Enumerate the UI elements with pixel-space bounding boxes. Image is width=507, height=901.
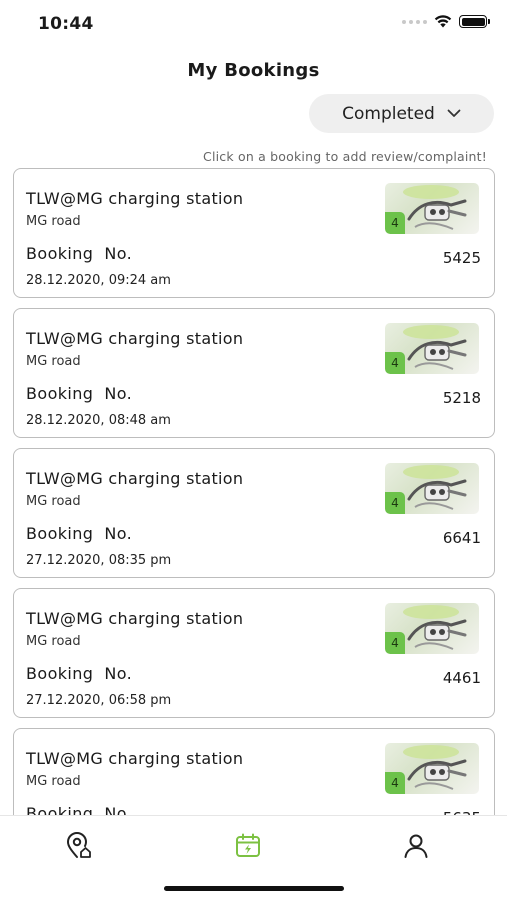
booking-number: 6641 xyxy=(442,529,481,547)
charger-count-badge: 4 xyxy=(385,772,405,794)
booking-number-label: Booking No. xyxy=(26,664,133,683)
charger-count-badge: 4 xyxy=(385,632,405,654)
filter-selected-label: Completed xyxy=(342,103,435,124)
booking-number: 5218 xyxy=(442,389,481,407)
bottom-tab-bar xyxy=(0,815,507,901)
charger-plug-icon xyxy=(407,759,467,790)
booking-datetime: 28.12.2020, 09:24 am xyxy=(26,273,171,288)
station-name: TLW@MG charging station xyxy=(26,609,244,628)
station-location: MG road xyxy=(26,634,81,649)
station-thumbnail: 4 xyxy=(385,463,479,514)
booking-card[interactable]: TLW@MG charging station MG road Booking … xyxy=(13,588,495,718)
booking-number-label: Booking No. xyxy=(26,524,133,543)
booking-number-label: Booking No. xyxy=(26,384,133,403)
status-filter-dropdown[interactable]: Completed xyxy=(309,94,494,133)
charger-count-badge: 4 xyxy=(385,212,405,234)
booking-datetime: 28.12.2020, 08:48 am xyxy=(26,413,171,428)
booking-number-label: Booking No. xyxy=(26,804,133,815)
bookings-list[interactable]: TLW@MG charging station MG road Booking … xyxy=(13,168,495,815)
hint-text: Click on a booking to add review/complai… xyxy=(203,149,487,164)
booking-datetime: 27.12.2020, 06:58 pm xyxy=(26,693,172,708)
station-location: MG road xyxy=(26,354,81,369)
chevron-down-icon xyxy=(447,109,461,117)
station-thumbnail: 4 xyxy=(385,183,479,234)
station-location: MG road xyxy=(26,494,81,509)
booking-card[interactable]: TLW@MG charging station MG road Booking … xyxy=(13,448,495,578)
location-pin-home-icon xyxy=(66,832,91,858)
home-indicator[interactable] xyxy=(164,886,344,891)
booking-datetime: 27.12.2020, 08:35 pm xyxy=(26,553,172,568)
charger-count-badge: 4 xyxy=(385,352,405,374)
charger-plug-icon xyxy=(407,199,467,230)
station-name: TLW@MG charging station xyxy=(26,469,244,488)
booking-card[interactable]: TLW@MG charging station MG road Booking … xyxy=(13,168,495,298)
cellular-signal-icon xyxy=(402,19,427,24)
station-thumbnail: 4 xyxy=(385,743,479,794)
wifi-icon xyxy=(434,15,452,28)
station-location: MG road xyxy=(26,774,81,789)
station-name: TLW@MG charging station xyxy=(26,329,244,348)
charger-plug-icon xyxy=(407,479,467,510)
station-name: TLW@MG charging station xyxy=(26,189,244,208)
booking-number: 4461 xyxy=(442,669,481,687)
tab-bookings[interactable] xyxy=(231,829,265,863)
charger-plug-icon xyxy=(407,619,467,650)
charger-count-badge: 4 xyxy=(385,492,405,514)
booking-card[interactable]: TLW@MG charging station MG road Booking … xyxy=(13,728,495,815)
tab-profile[interactable] xyxy=(399,829,433,863)
booking-number: 5425 xyxy=(442,249,481,267)
page-title: My Bookings xyxy=(187,60,320,81)
booking-card[interactable]: TLW@MG charging station MG road Booking … xyxy=(13,308,495,438)
station-thumbnail: 4 xyxy=(385,603,479,654)
battery-icon xyxy=(459,15,490,28)
status-icons xyxy=(402,15,490,28)
station-thumbnail: 4 xyxy=(385,323,479,374)
tab-stations[interactable] xyxy=(62,829,96,863)
calendar-charge-icon xyxy=(236,833,260,857)
charger-plug-icon xyxy=(407,339,467,370)
booking-number-label: Booking No. xyxy=(26,244,133,263)
station-location: MG road xyxy=(26,214,81,229)
station-name: TLW@MG charging station xyxy=(26,749,244,768)
status-bar: 10:44 xyxy=(0,0,507,50)
user-icon xyxy=(404,834,428,858)
status-time: 10:44 xyxy=(38,14,94,34)
